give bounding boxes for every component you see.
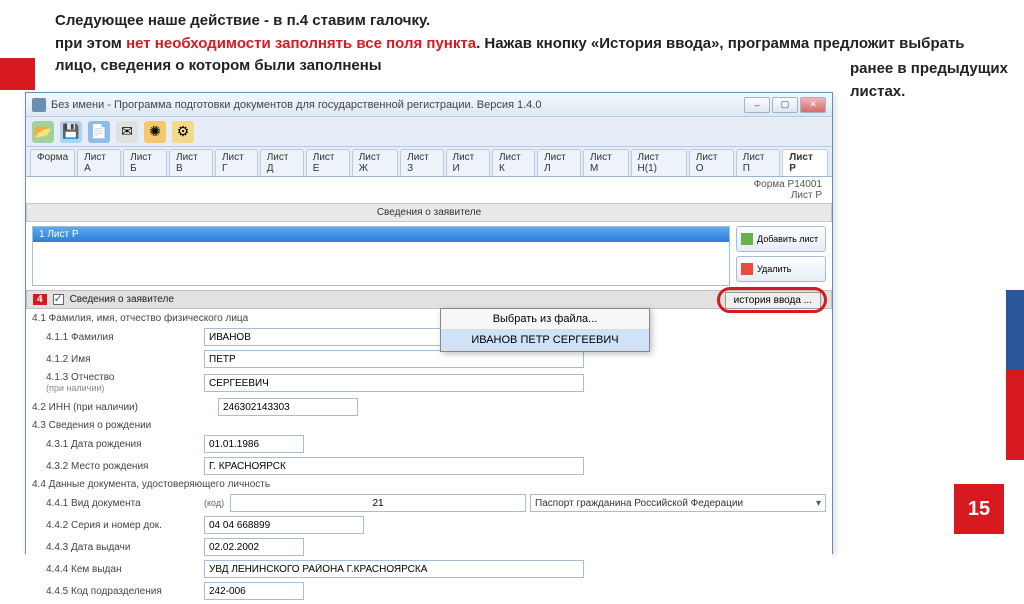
plus-icon xyxy=(741,233,753,245)
toolbar-mail-icon[interactable]: ✉ xyxy=(116,121,138,143)
toolbar-print-icon[interactable]: 📄 xyxy=(88,121,110,143)
add-sheet-button[interactable]: Добавить лист xyxy=(736,226,826,252)
delete-sheet-button[interactable]: Удалить xyxy=(736,256,826,282)
firstname-input[interactable] xyxy=(204,350,584,368)
birthdate-label: 4.3.1 Дата рождения xyxy=(32,439,198,450)
sec44-header: 4.4 Данные документа, удостоверяющего ли… xyxy=(32,477,826,492)
slide-stripe-blue xyxy=(1006,290,1024,380)
section-4-title: Сведения о заявителе xyxy=(70,294,174,305)
birthdate-input[interactable] xyxy=(204,435,304,453)
x-icon xyxy=(741,263,753,275)
tab-zh[interactable]: Лист Ж xyxy=(352,149,398,176)
section-header: Сведения о заявителе xyxy=(26,203,832,222)
issuedate-label: 4.4.3 Дата выдачи xyxy=(32,542,198,553)
section-number: 4 xyxy=(33,294,47,305)
window-title: Без имени - Программа подготовки докумен… xyxy=(51,99,541,111)
close-button[interactable]: ✕ xyxy=(800,97,826,113)
tab-o[interactable]: Лист О xyxy=(689,149,734,176)
toolbar-save-icon[interactable]: 💾 xyxy=(60,121,82,143)
tab-k[interactable]: Лист К xyxy=(492,149,535,176)
sec41-header: 4.1 Фамилия, имя, отчество физического л… xyxy=(32,311,826,326)
tab-n1[interactable]: Лист Н(1) xyxy=(631,149,687,176)
toolbar-open-icon[interactable]: 📂 xyxy=(32,121,54,143)
explain-line1: Следующее наше действие - в п.4 ставим г… xyxy=(55,10,995,33)
sheet-list-area: 1 Лист Р Добавить лист Удалить xyxy=(26,222,832,290)
tab-m[interactable]: Лист М xyxy=(583,149,629,176)
doctype-code-input[interactable] xyxy=(230,494,526,512)
form-info: Форма Р14001 Лист Р xyxy=(26,177,832,203)
toolbar: 📂 💾 📄 ✉ ✺ ⚙ xyxy=(26,117,832,147)
birthplace-input[interactable] xyxy=(204,457,584,475)
docnum-input[interactable] xyxy=(204,516,364,534)
lastname-label: 4.1.1 Фамилия xyxy=(32,332,198,343)
tab-z[interactable]: Лист З xyxy=(400,149,443,176)
doctype-label: 4.4.1 Вид документа xyxy=(32,498,198,509)
explain-text: Следующее наше действие - в п.4 ставим г… xyxy=(55,10,995,78)
tab-a[interactable]: Лист А xyxy=(77,149,121,176)
tab-g[interactable]: Лист Г xyxy=(215,149,258,176)
explain-right: ранее в предыдущих листах. xyxy=(850,58,1024,103)
popup-choose-file[interactable]: Выбрать из файла... xyxy=(441,309,649,330)
issuer-label: 4.4.4 Кем выдан xyxy=(32,564,198,575)
sheet-tabs: Форма Лист А Лист Б Лист В Лист Г Лист Д… xyxy=(26,147,832,177)
tab-e[interactable]: Лист Е xyxy=(306,149,350,176)
maximize-button[interactable]: ▢ xyxy=(772,97,798,113)
tab-v[interactable]: Лист В xyxy=(169,149,213,176)
tab-b[interactable]: Лист Б xyxy=(123,149,167,176)
subdivcode-input[interactable] xyxy=(204,582,304,600)
app-icon xyxy=(32,98,46,112)
section-4-bar: 4 Сведения о заявителе история ввода ... xyxy=(26,290,832,309)
patronymic-label: 4.1.3 Отчество(при наличии) xyxy=(32,372,198,394)
tab-r[interactable]: Лист Р xyxy=(782,149,828,176)
slide-stripe-red xyxy=(1006,370,1024,460)
sheet-list[interactable]: 1 Лист Р xyxy=(32,226,730,286)
tab-i[interactable]: Лист И xyxy=(446,149,490,176)
birthplace-label: 4.3.2 Место рождения xyxy=(32,461,198,472)
subdivcode-label: 4.4.5 Код подразделения xyxy=(32,586,198,597)
app-window: Без имени - Программа подготовки докумен… xyxy=(25,92,833,554)
issuedate-input[interactable] xyxy=(204,538,304,556)
titlebar[interactable]: Без имени - Программа подготовки докумен… xyxy=(26,93,832,117)
tab-l[interactable]: Лист Л xyxy=(537,149,581,176)
inn-label: 4.2 ИНН (при наличии) xyxy=(32,402,212,413)
form-body: 4.1 Фамилия, имя, отчество физического л… xyxy=(26,309,832,604)
slide-accent-left xyxy=(0,58,35,90)
issuer-input[interactable] xyxy=(204,560,584,578)
toolbar-gear-icon[interactable]: ⚙ xyxy=(172,121,194,143)
tab-forma[interactable]: Форма xyxy=(30,149,75,176)
popup-person[interactable]: ИВАНОВ ПЕТР СЕРГЕЕВИЧ xyxy=(441,330,649,351)
doctype-select[interactable]: Паспорт гражданина Российской Федерации xyxy=(530,494,826,512)
page-number: 15 xyxy=(954,484,1004,534)
patronymic-input[interactable] xyxy=(204,374,584,392)
inn-input[interactable] xyxy=(218,398,358,416)
toolbar-sun-icon[interactable]: ✺ xyxy=(144,121,166,143)
firstname-label: 4.1.2 Имя xyxy=(32,354,198,365)
tab-p[interactable]: Лист П xyxy=(736,149,780,176)
minimize-button[interactable]: – xyxy=(744,97,770,113)
docnum-label: 4.4.2 Серия и номер док. xyxy=(32,520,198,531)
history-popup: Выбрать из файла... ИВАНОВ ПЕТР СЕРГЕЕВИ… xyxy=(440,308,650,352)
tab-d[interactable]: Лист Д xyxy=(260,149,304,176)
list-item[interactable]: 1 Лист Р xyxy=(33,227,729,242)
sec43-header: 4.3 Сведения о рождении xyxy=(32,418,826,433)
section-4-checkbox[interactable] xyxy=(53,294,64,305)
history-button[interactable]: история ввода ... xyxy=(725,292,821,309)
